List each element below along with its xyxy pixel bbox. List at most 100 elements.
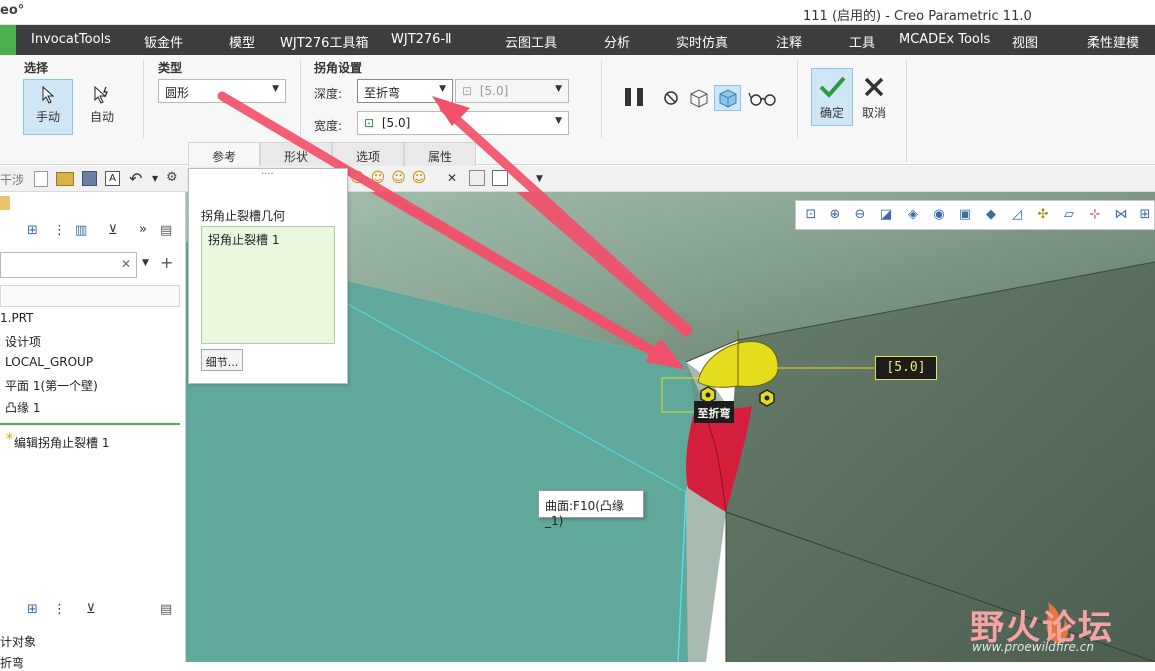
section-icon[interactable]: ◆ <box>983 207 999 223</box>
tree-item-design-objects[interactable]: 计对象 <box>0 633 36 650</box>
tree-item-bend[interactable]: 折弯 <box>0 654 24 671</box>
type-select[interactable]: 圆形 ▼ <box>158 79 286 103</box>
menu-realtime-sim[interactable]: 实时仿真 <box>676 32 728 51</box>
menu-annotate[interactable]: 注释 <box>776 32 802 51</box>
tree-item-design-items[interactable]: 设计项 <box>5 333 41 350</box>
tree-item-local-group[interactable]: LOCAL_GROUP <box>5 355 93 369</box>
dimension-icon: ⊡ <box>462 84 473 98</box>
csys-display-icon[interactable]: ⊹ <box>1087 207 1103 223</box>
chevron-down-icon[interactable]: ▼ <box>152 174 158 183</box>
wireframe-preview-icon[interactable] <box>688 88 710 108</box>
repaint-icon[interactable]: ◪ <box>878 207 894 223</box>
ribbon-separator <box>601 60 602 138</box>
view-toolbar: ⊡ ⊕ ⊖ ◪ ◈ ◉ ▣ ◆ ◿ ✣ ▱ ⊹ ⋈ ⊞ <box>795 200 1155 230</box>
zoom-out-icon[interactable]: ⊖ <box>852 207 868 223</box>
checkmark-icon <box>818 74 846 100</box>
tree-notes-icon[interactable]: ▤ <box>160 602 172 617</box>
annotation-display-icon[interactable]: ⋈ <box>1113 207 1129 223</box>
tree-settings-icon[interactable]: ⊻ <box>86 602 96 617</box>
menu-model[interactable]: 模型 <box>229 32 255 51</box>
regenerate-icon[interactable]: ⚙ <box>166 170 182 186</box>
menu-analysis[interactable]: 分析 <box>604 32 630 51</box>
point-display-icon[interactable]: ▱ <box>1061 207 1077 223</box>
menu-invocattools[interactable]: InvocatTools <box>31 32 111 47</box>
depth-select[interactable]: 至折弯 ▼ <box>357 79 453 103</box>
open-icon[interactable] <box>56 172 74 186</box>
menu-cloud-tools[interactable]: 云图工具 <box>505 32 557 51</box>
tree-item-flange-1[interactable]: 凸缘 1 <box>5 399 40 416</box>
tree-table-icon[interactable]: ▥ <box>75 223 87 238</box>
menu-mcadex-tools[interactable]: MCADEx Tools <box>899 32 990 47</box>
settings-icon[interactable] <box>469 170 485 186</box>
no-preview-icon[interactable] <box>662 89 680 107</box>
width-label: 宽度: <box>314 119 343 133</box>
add-icon[interactable]: + <box>160 253 173 272</box>
depth-label: 深度: <box>314 87 343 101</box>
axis-display-icon[interactable]: ✣ <box>1035 207 1051 223</box>
menu-tools[interactable]: 工具 <box>849 32 875 51</box>
menu-sheetmetal[interactable]: 钣金件 <box>144 32 183 51</box>
tree-search-input[interactable]: ✕ <box>0 252 137 278</box>
depth-option-tag[interactable]: 至折弯 <box>694 401 734 423</box>
grip-icon[interactable]: ···· <box>261 169 274 180</box>
expand-icon[interactable]: » <box>139 222 147 237</box>
insert-indicator <box>0 423 180 425</box>
folder-icon[interactable] <box>0 196 10 210</box>
spin-center-icon[interactable]: ⊞ <box>1137 207 1153 223</box>
clear-icon[interactable]: ✕ <box>121 257 131 271</box>
relief-geometry-label: 拐角止裂槽几何 <box>201 209 286 223</box>
auto-button[interactable]: 自动 <box>77 79 127 135</box>
depth-select-value: 至折弯 <box>364 86 401 100</box>
pause-icon[interactable] <box>624 86 648 108</box>
close-icon <box>861 74 887 100</box>
details-button[interactable]: 细节... <box>201 349 243 371</box>
menu-flexible-modeling[interactable]: 柔性建模 <box>1087 32 1139 51</box>
width-field[interactable]: ⊡ [5.0] ▼ <box>357 111 569 135</box>
geometry-preview-icon[interactable] <box>714 85 741 111</box>
tree-settings-icon[interactable]: ⊻ <box>108 223 118 238</box>
tree-notes-icon[interactable]: ▤ <box>160 223 172 238</box>
ribbon-separator <box>300 60 301 138</box>
tree-columns-icon[interactable]: ⋮ <box>53 602 66 617</box>
window-icon[interactable] <box>492 170 508 186</box>
emoji-toolbar-icons[interactable]: ☺☺☺☺ <box>350 170 440 188</box>
undo-icon[interactable]: ↶ <box>129 169 142 188</box>
tree-item-editing[interactable]: 编辑拐角止裂槽 1 <box>14 434 109 451</box>
depth-dimension-field[interactable]: ⊡ [5.0] ▼ <box>455 79 569 103</box>
tab-options[interactable]: 选项 <box>332 142 404 166</box>
zoom-in-icon[interactable]: ⊕ <box>827 207 843 223</box>
depth-dimension-value: [5.0] <box>479 84 509 98</box>
tree-item-plane-1[interactable]: 平面 1(第一个壁) <box>5 377 98 394</box>
tree-columns-icon[interactable]: ⋮ <box>53 223 66 238</box>
chevron-down-icon[interactable]: ▼ <box>142 258 149 268</box>
tree-filter-icon[interactable]: ⊞ <box>27 602 38 617</box>
text-icon[interactable]: A <box>105 171 120 186</box>
perspective-icon[interactable]: ▣ <box>957 207 973 223</box>
save-icon[interactable] <box>82 171 97 186</box>
relief-list-item[interactable]: 拐角止裂槽 1 <box>208 231 279 248</box>
relief-geometry-list[interactable]: 拐角止裂槽 1 <box>201 226 335 344</box>
glasses-icon[interactable] <box>748 88 778 108</box>
tree-filter-icon[interactable]: ⊞ <box>27 223 38 238</box>
zoom-fit-icon[interactable]: ⊡ <box>803 207 819 223</box>
menu-wjt276-ii[interactable]: WJT276-Ⅱ <box>391 32 452 47</box>
plane-display-icon[interactable]: ◿ <box>1009 207 1025 223</box>
tree-item-part[interactable]: 1.PRT <box>0 311 33 325</box>
new-icon[interactable] <box>34 171 48 187</box>
group-title-corner: 拐角设置 <box>314 61 363 75</box>
tab-references[interactable]: 参考 <box>188 142 260 166</box>
tab-shape[interactable]: 形状 <box>260 142 332 166</box>
cancel-button[interactable]: 取消 <box>853 68 895 126</box>
tab-properties[interactable]: 属性 <box>404 142 476 166</box>
manual-button[interactable]: 手动 <box>23 79 73 135</box>
close-icon[interactable]: ✕ <box>447 171 457 185</box>
watermark-url: www.proewildfire.cn <box>972 640 1094 654</box>
chevron-down-icon[interactable]: ▼ <box>536 174 543 184</box>
menu-wjt276-toolbox[interactable]: WJT276工具箱 <box>280 32 368 51</box>
confirm-button[interactable]: 确定 <box>811 68 853 126</box>
saved-views-icon[interactable]: ◈ <box>905 207 921 223</box>
display-style-icon[interactable]: ◉ <box>931 207 947 223</box>
relief-dimension-tag[interactable]: [5.0] <box>875 356 937 380</box>
forum-watermark: 野火论坛 www.proewildfire.cn <box>968 596 1155 662</box>
menu-view[interactable]: 视图 <box>1012 32 1038 51</box>
